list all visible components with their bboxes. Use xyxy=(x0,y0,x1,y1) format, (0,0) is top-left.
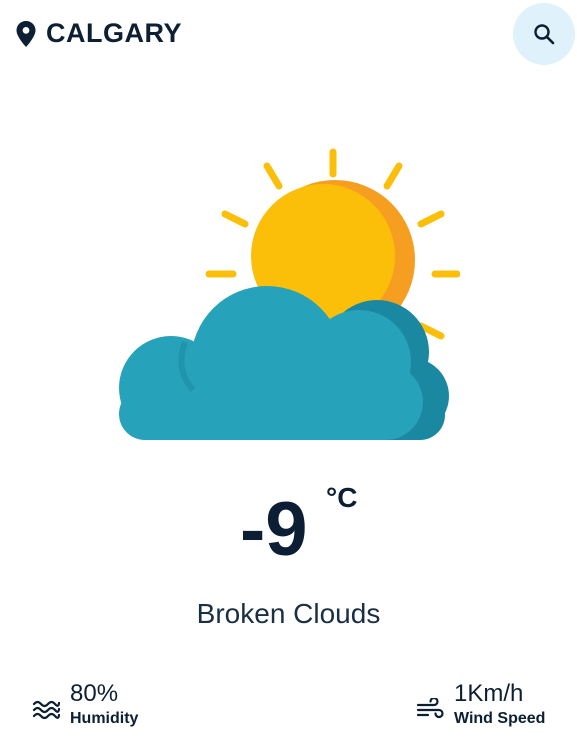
temperature: -9 °C xyxy=(0,470,577,590)
wind-stat: 1Km/h Wind Speed xyxy=(416,680,545,730)
humidity-waves-icon xyxy=(32,700,60,720)
humidity-text: 80% Humidity xyxy=(70,680,138,730)
map-pin-icon xyxy=(16,20,36,47)
weather-condition: Broken Clouds xyxy=(196,598,381,629)
sun-behind-cloud-icon xyxy=(119,148,460,440)
wind-label: Wind Speed xyxy=(454,709,546,727)
search-icon xyxy=(532,22,556,46)
temperature-unit: °C xyxy=(326,482,358,513)
header: CALGARY xyxy=(0,0,577,70)
search-button[interactable] xyxy=(513,3,575,65)
humidity-stat: 80% Humidity xyxy=(32,680,138,730)
wind-value: 1Km/h xyxy=(454,680,524,707)
temperature-value: -9 xyxy=(240,487,308,572)
location: CALGARY xyxy=(16,18,182,49)
wind-text: 1Km/h Wind Speed xyxy=(454,680,545,730)
city-name: CALGARY xyxy=(46,18,182,48)
wind-icon xyxy=(416,698,444,719)
humidity-value: 80% xyxy=(70,680,119,707)
humidity-label: Humidity xyxy=(70,709,139,727)
